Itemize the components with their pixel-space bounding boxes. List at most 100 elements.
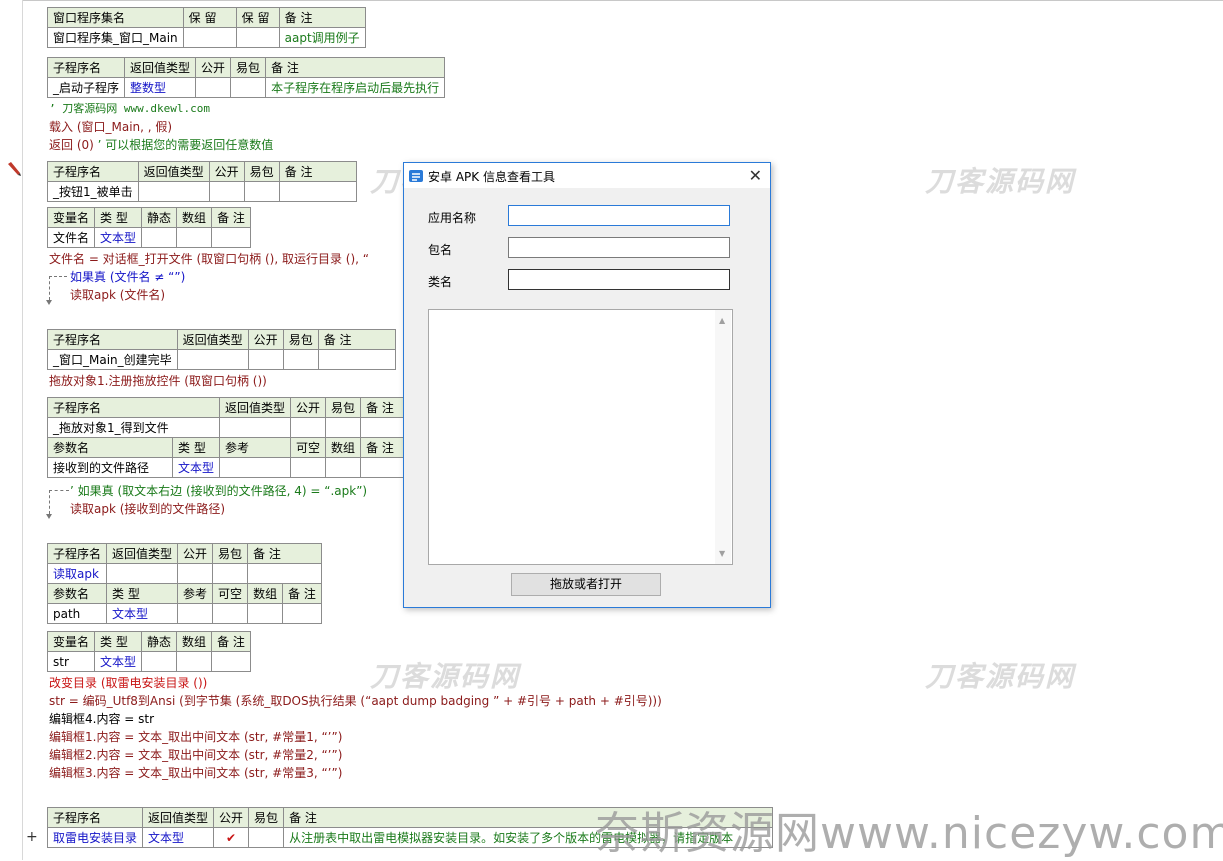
code-comment[interactable]: ’ 刀客源码网 www.dkewl.com <box>49 101 210 117</box>
sub-easy[interactable] <box>282 349 319 370</box>
param-nullable[interactable] <box>290 457 327 478</box>
dialog-titlebar[interactable]: 安卓 APK 信息查看工具 ✕ <box>404 163 770 188</box>
sub-return-type[interactable] <box>219 417 292 438</box>
sub-name[interactable]: _窗口_Main_创建完毕 <box>47 349 178 370</box>
scroll-up-icon[interactable]: ▲ <box>719 316 725 325</box>
col-header: 公开 <box>247 329 284 350</box>
sub-name[interactable]: 取雷电安装目录 <box>46 827 144 848</box>
window-set-cell[interactable] <box>235 27 280 48</box>
var-note[interactable] <box>211 227 251 248</box>
param-ref[interactable] <box>177 603 214 624</box>
sub-name[interactable]: 读取apk <box>46 563 108 584</box>
param-array[interactable] <box>247 603 284 624</box>
col-header: 返回值类型 <box>124 57 197 78</box>
info-textarea[interactable] <box>428 309 733 565</box>
sub-return-type[interactable] <box>106 563 179 584</box>
code-comment[interactable]: ’ 如果真 (取文本右边 (接收到的文件路径, 4) = “.apk”) <box>70 483 367 499</box>
var-note[interactable] <box>211 651 251 672</box>
col-header: 静态 <box>141 207 178 228</box>
class-input[interactable] <box>508 269 730 290</box>
param-ref[interactable] <box>219 457 292 478</box>
sub-public[interactable] <box>208 181 245 202</box>
col-header: 参考 <box>177 583 214 604</box>
col-header: 备 注 <box>317 329 396 350</box>
scroll-down-icon[interactable]: ▼ <box>719 549 725 558</box>
textarea-scrollbar[interactable]: ▲ ▼ <box>715 310 731 564</box>
var-static[interactable] <box>141 651 178 672</box>
code-line[interactable]: 编辑框3.内容 = 文本_取出中间文本 (str, #常量3, “’”) <box>49 765 342 781</box>
param-nullable[interactable] <box>212 603 249 624</box>
var-table-read-apk: 变量名 类 型 静态 数组 备 注 str 文本型 <box>46 631 251 672</box>
code-line[interactable]: 编辑框1.内容 = 文本_取出中间文本 (str, #常量1, “’”) <box>49 729 342 745</box>
package-input[interactable] <box>508 237 730 258</box>
sub-easy[interactable] <box>325 417 362 438</box>
param-array[interactable] <box>325 457 362 478</box>
top-border <box>0 0 1223 1</box>
var-name[interactable]: str <box>46 651 96 672</box>
var-array[interactable] <box>176 227 213 248</box>
code-line[interactable]: 文件名 = 对话框_打开文件 (取窗口句柄 (), 取运行目录 (), “ <box>49 251 369 267</box>
sub-return-type[interactable] <box>137 181 210 202</box>
window-set-note[interactable]: aapt调用例子 <box>278 27 366 48</box>
check-icon[interactable]: ✔ <box>213 827 250 848</box>
var-array[interactable] <box>176 651 213 672</box>
col-header: 参考 <box>219 437 292 458</box>
code-line[interactable]: 载入 (窗口_Main, , 假) <box>49 119 172 135</box>
col-header: 返回值类型 <box>142 807 215 828</box>
sub-easy[interactable] <box>212 563 249 584</box>
sub-return-type[interactable]: 文本型 <box>142 827 215 848</box>
param-note[interactable] <box>282 603 322 624</box>
code-line[interactable]: 如果真 (文件名 ≠ “”) <box>70 269 185 285</box>
var-static[interactable] <box>141 227 178 248</box>
var-type[interactable]: 文本型 <box>94 651 143 672</box>
code-line[interactable]: 编辑框4.内容 = str <box>49 711 154 727</box>
col-header: 易包 <box>212 543 249 564</box>
sub-return-type[interactable] <box>176 349 249 370</box>
sub-note[interactable] <box>278 181 357 202</box>
expand-icon[interactable]: + <box>26 829 38 845</box>
window-set-table: 窗口程序集名 保 留 保 留 备 注 窗口程序集_窗口_Main aapt调用例… <box>47 7 366 48</box>
apk-info-dialog: 安卓 APK 信息查看工具 ✕ 应用名称 包名 类名 ▲ ▼ 拖放或者打开 <box>403 162 771 608</box>
param-name[interactable]: path <box>46 603 108 624</box>
code-line[interactable]: 读取apk (文件名) <box>70 287 165 303</box>
col-header: 易包 <box>230 57 267 78</box>
close-icon[interactable]: ✕ <box>749 166 762 185</box>
col-header: 返回值类型 <box>219 397 292 418</box>
app-name-input[interactable] <box>508 205 730 226</box>
var-name[interactable]: 文件名 <box>46 227 96 248</box>
var-type[interactable]: 文本型 <box>94 227 143 248</box>
sub-easy[interactable] <box>243 181 280 202</box>
window-set-cell[interactable] <box>182 27 237 48</box>
window-set-name[interactable]: 窗口程序集_窗口_Main <box>47 27 184 48</box>
param-type[interactable]: 文本型 <box>106 603 179 624</box>
col-header: 备 注 <box>211 631 251 652</box>
col-header: 类 型 <box>171 437 221 458</box>
col-header: 公开 <box>290 397 327 418</box>
param-name[interactable]: 接收到的文件路径 <box>47 457 173 478</box>
param-type[interactable]: 文本型 <box>171 457 221 478</box>
code-line[interactable]: str = 编码_Utf8到Ansi (到字节集 (系统_取DOS执行结果 (“… <box>49 693 662 709</box>
flow-line <box>49 276 50 300</box>
sub-note[interactable] <box>317 349 396 370</box>
code-line[interactable]: 读取apk (接收到的文件路径) <box>70 501 225 517</box>
sub-name[interactable]: _启动子程序 <box>46 77 126 98</box>
code-line[interactable]: 改变目录 (取雷电安装目录 ()) <box>49 675 207 691</box>
sub-public[interactable] <box>247 349 284 370</box>
col-header: 备 注 <box>278 7 366 28</box>
sub-name[interactable]: _拖放对象1_得到文件 <box>46 417 221 438</box>
sub-return-type[interactable]: 整数型 <box>124 77 197 98</box>
sub-note[interactable]: 本子程序在程序启动后最先执行 <box>265 77 446 98</box>
code-line[interactable]: 拖放对象1.注册拖放控件 (取窗口句柄 ()) <box>49 373 267 389</box>
sub-public[interactable] <box>177 563 214 584</box>
sub-easy[interactable] <box>248 827 285 848</box>
drop-or-open-button[interactable]: 拖放或者打开 <box>511 573 661 596</box>
sub-note[interactable] <box>247 563 322 584</box>
code-line[interactable]: 返回 (0) ’ 可以根据您的需要返回任意数值 <box>49 137 273 153</box>
sub-easy[interactable] <box>230 77 267 98</box>
sub-name[interactable]: _按钮1_被单击 <box>47 181 139 202</box>
code-line[interactable]: 编辑框2.内容 = 文本_取出中间文本 (str, #常量2, “’”) <box>49 747 342 763</box>
col-header: 公开 <box>213 807 250 828</box>
sub-public[interactable] <box>290 417 327 438</box>
col-header: 公开 <box>177 543 214 564</box>
sub-public[interactable] <box>195 77 232 98</box>
